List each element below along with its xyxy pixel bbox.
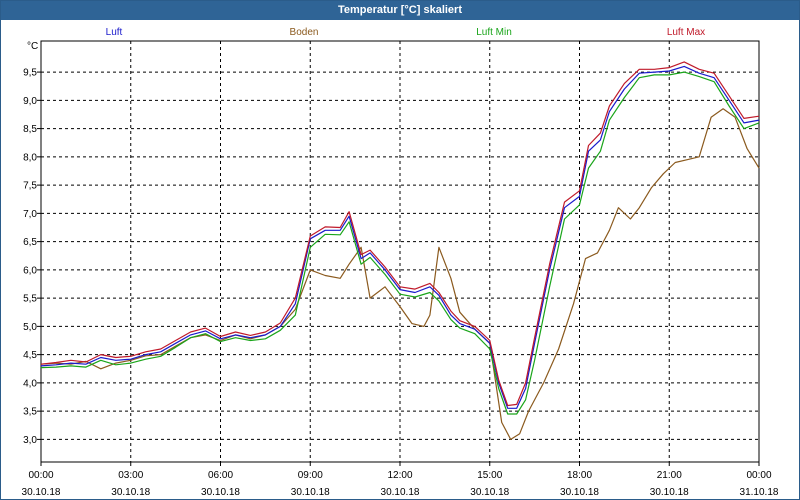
x-tick-time-label: 03:00 [118,470,143,481]
x-tick-labels: 00:00 30.10.18 03:00 30.10.18 06:00 30.10.18 0… [22,470,779,498]
x-tick-date-label: 30.10.18 [201,487,240,498]
y-axis-label: °C [27,41,38,52]
y-tick-label: 9,0 [23,96,37,107]
legend-entry: Luft Max [667,27,705,38]
legend-entry: Luft Min [476,27,512,38]
x-tick-time-label: 18:00 [567,470,592,481]
y-tick-label: 6,5 [23,237,37,248]
x-tick-date-label: 30.10.18 [291,487,330,498]
y-tick-labels: 3,0 3,5 4,0 4,5 5,0 5,5 6,0 6,5 7,0 7,5 8,0 8,5 9,0 9… [23,68,37,446]
x-tick-time-label: 12:00 [387,470,412,481]
y-tick-label: 6,0 [23,265,37,276]
y-tick-label: 3,0 [23,435,37,446]
x-tick-time-label: 00:00 [746,470,771,481]
legend-entry: Boden [290,27,319,38]
y-tick-label: 9,5 [23,68,37,79]
y-tick-label: 5,5 [23,294,37,305]
x-tick-date-label: 30.10.18 [650,487,689,498]
y-tick-label: 7,5 [23,181,37,192]
x-tick-date-label: 30.10.18 [560,487,599,498]
x-tick-time-label: 00:00 [28,470,53,481]
y-tick-label: 8,0 [23,152,37,163]
y-tick-label: 3,5 [23,407,37,418]
x-tick-time-label: 21:00 [657,470,682,481]
line-chart: 3,0 3,5 4,0 4,5 5,0 5,5 6,0 6,5 7,0 7,5 8,0 8,5 9,0 9… [22,27,779,498]
legend: Luft Boden Luft Min Luft Max [106,27,706,38]
y-tick-label: 4,5 [23,350,37,361]
x-tick-time-label: 06:00 [208,470,233,481]
x-tick-date-label: 30.10.18 [111,487,150,498]
x-tick-time-label: 15:00 [477,470,502,481]
y-tick-label: 4,0 [23,378,37,389]
x-tick-date-label: 30.10.18 [22,487,61,498]
x-tick-date-label: 30.10.18 [470,487,509,498]
x-tick-time-label: 09:00 [298,470,323,481]
chart-window: Temperatur [°C] skaliert 3,0 3,5 4,0 4,5 5,0… [0,0,800,500]
legend-entry: Luft [106,27,123,38]
x-tick-date-label: 31.10.18 [740,487,779,498]
y-tick-label: 8,5 [23,124,37,135]
y-tick-label: 5,0 [23,322,37,333]
y-tick-label: 7,0 [23,209,37,220]
x-tick-date-label: 30.10.18 [381,487,420,498]
